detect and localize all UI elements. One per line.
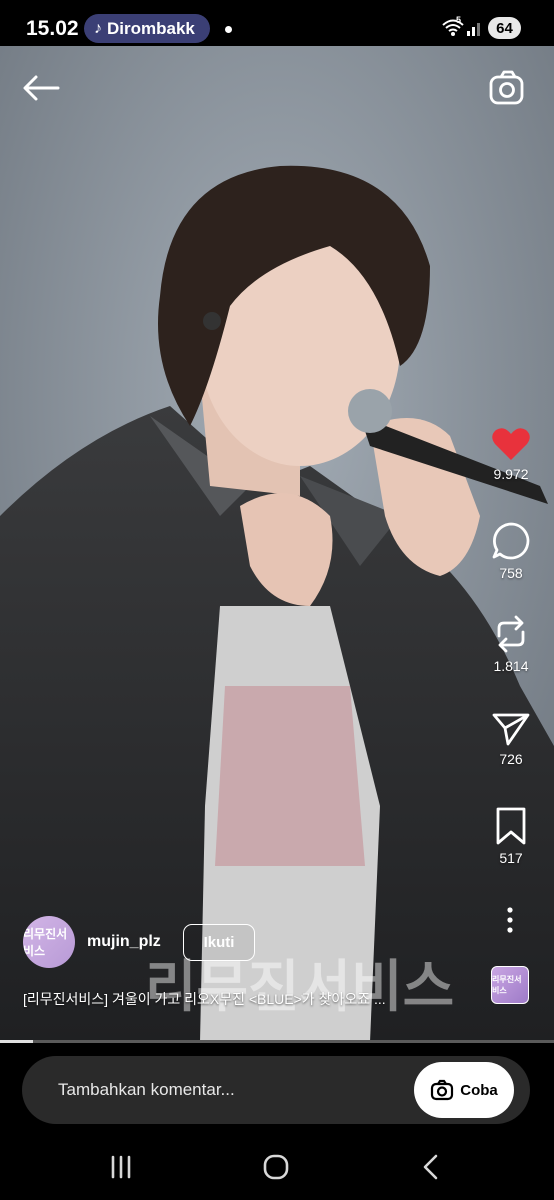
share-action[interactable]: 726 [488,711,534,767]
video-progress-bar[interactable] [0,1040,554,1043]
bookmark-icon[interactable] [493,806,529,846]
more-options-icon[interactable] [503,906,517,934]
performer-illustration: 리무진서비스 [0,46,554,1042]
audio-thumbnail[interactable]: 리무진서비스 [491,966,529,1004]
send-icon[interactable] [491,711,531,747]
video-progress-fill [0,1040,34,1043]
comment-action[interactable]: 758 [488,521,534,581]
repost-action[interactable]: 1.814 [488,614,534,674]
comment-placeholder[interactable]: Tambahkan komentar... [58,1080,235,1100]
home-icon[interactable] [261,1152,291,1182]
battery-indicator: 64 [488,17,521,39]
app-pill-label: Dirombakk [107,18,195,38]
tiktok-app-pill[interactable]: ♪ Dirombakk [84,14,210,43]
video-watermark: 리무진서비스 [145,955,454,1020]
like-action[interactable]: 9.972 [488,426,534,482]
try-camera-button[interactable]: Coba [414,1062,514,1118]
network-type: 5 [456,15,462,25]
back-arrow-icon[interactable] [20,72,62,104]
like-count: 9.972 [493,466,529,482]
post-caption[interactable]: [리무진서비스] 겨울이 가고 리오X무진 <BLUE>가 찾아오죠 ... [23,989,463,1009]
comment-count: 758 [499,565,523,581]
try-button-label: Coba [460,1081,498,1099]
heart-icon[interactable] [491,426,531,462]
tiktok-icon: ♪ [94,19,102,37]
share-count: 726 [499,751,523,767]
repost-icon[interactable] [491,614,531,654]
comment-icon[interactable] [491,521,531,561]
username[interactable]: mujin_plz [87,933,161,951]
avatar[interactable]: 리무진서비스 [23,916,75,968]
camera-icon[interactable] [488,70,526,106]
repost-count: 1.814 [493,658,529,674]
signal-icon [467,23,480,36]
back-nav-icon[interactable] [416,1152,446,1182]
system-nav-bar [0,1130,554,1200]
follow-button[interactable]: Ikuti [183,924,255,961]
save-action[interactable]: 517 [488,806,534,866]
comment-input-bar[interactable]: Tambahkan komentar... Coba [22,1056,530,1124]
status-time: 15.02 [26,17,79,40]
video-player[interactable]: 리무진서비스 [0,46,554,1042]
camera-icon [431,1079,454,1101]
recent-apps-icon[interactable] [106,1152,136,1182]
notification-dot [225,26,232,33]
save-count: 517 [499,850,523,866]
